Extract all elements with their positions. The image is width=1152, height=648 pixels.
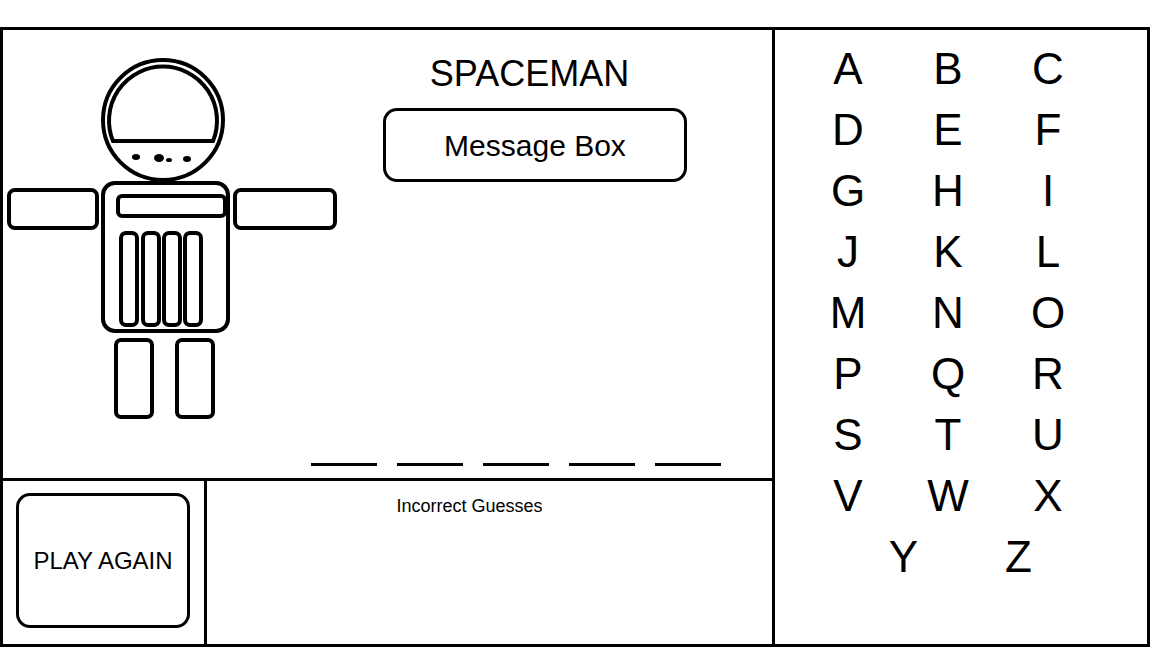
letter-button[interactable]: E — [898, 99, 998, 160]
letter-button[interactable]: L — [998, 221, 1098, 282]
letter-button[interactable]: P — [798, 343, 898, 404]
letter-button[interactable]: M — [798, 282, 898, 343]
letter-button[interactable]: V — [798, 465, 898, 526]
letter-button[interactable]: I — [998, 160, 1098, 221]
word-slot — [311, 431, 377, 466]
letter-panel: ABCDEFGHIJKLMNOPQRSTUVWXYZ — [775, 30, 1147, 644]
letter-button[interactable]: Q — [898, 343, 998, 404]
word-slots — [3, 431, 772, 466]
letter-row: MNO — [775, 282, 1147, 343]
letter-button[interactable]: W — [898, 465, 998, 526]
letter-row: ABC — [775, 38, 1147, 99]
letter-row: DEF — [775, 99, 1147, 160]
letter-button[interactable]: B — [898, 38, 998, 99]
word-slot — [655, 431, 721, 466]
letter-button[interactable]: O — [998, 282, 1098, 343]
letter-button[interactable]: T — [898, 404, 998, 465]
play-area-top: SPACEMAN Message Box — [3, 30, 772, 425]
game-title: SPACEMAN — [343, 52, 772, 96]
word-slot — [569, 431, 635, 466]
info-column: SPACEMAN Message Box — [343, 30, 772, 425]
letter-button[interactable]: D — [798, 99, 898, 160]
word-slot — [397, 431, 463, 466]
letter-button[interactable]: R — [998, 343, 1098, 404]
word-slot — [483, 431, 549, 466]
incorrect-guesses-label: Incorrect Guesses — [396, 493, 542, 520]
spaceman-icon — [3, 30, 343, 422]
letter-button[interactable]: C — [998, 38, 1098, 99]
letter-button[interactable]: K — [898, 221, 998, 282]
letter-button[interactable]: F — [998, 99, 1098, 160]
main-column: SPACEMAN Message Box PLAY AGAIN Incorrect G… — [3, 30, 775, 644]
letter-row: VWX — [775, 465, 1147, 526]
letter-row: YZ — [775, 526, 1147, 587]
letter-row: PQR — [775, 343, 1147, 404]
letter-row: STU — [775, 404, 1147, 465]
letter-button[interactable]: U — [998, 404, 1098, 465]
letter-button[interactable]: Y — [846, 526, 961, 587]
message-box: Message Box — [383, 108, 687, 182]
play-again-panel: PLAY AGAIN — [3, 481, 207, 644]
letter-button[interactable]: A — [798, 38, 898, 99]
letter-button[interactable]: Z — [961, 526, 1076, 587]
play-area: SPACEMAN Message Box — [3, 30, 772, 481]
letter-button[interactable]: G — [798, 160, 898, 221]
play-again-button[interactable]: PLAY AGAIN — [16, 493, 190, 628]
bottom-row: PLAY AGAIN Incorrect Guesses — [3, 481, 772, 644]
letter-button[interactable]: S — [798, 404, 898, 465]
letter-button[interactable]: N — [898, 282, 998, 343]
letter-button[interactable]: H — [898, 160, 998, 221]
letter-row: GHI — [775, 160, 1147, 221]
incorrect-guesses-panel: Incorrect Guesses — [207, 481, 772, 644]
game-frame: SPACEMAN Message Box PLAY AGAIN Incorrect G… — [0, 27, 1150, 647]
letter-button[interactable]: J — [798, 221, 898, 282]
page: SPACEMAN Message Box PLAY AGAIN Incorrect G… — [0, 0, 1152, 648]
letter-row: JKL — [775, 221, 1147, 282]
letter-button[interactable]: X — [998, 465, 1098, 526]
